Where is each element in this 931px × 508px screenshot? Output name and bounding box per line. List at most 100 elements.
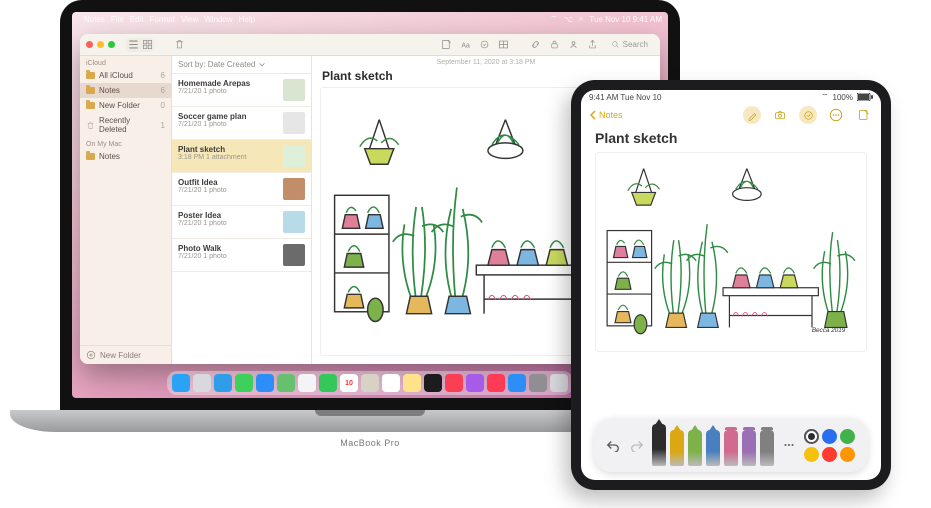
note-list-item[interactable]: Outfit Idea7/21/20 1 photo [172, 173, 311, 206]
window-close-button[interactable] [86, 41, 93, 48]
delete-note-button[interactable] [172, 38, 186, 52]
dock-maps[interactable] [277, 374, 295, 392]
sidebar-item[interactable]: Recently Deleted1 [80, 113, 171, 137]
color-swatch[interactable] [822, 447, 837, 462]
dock-messages[interactable] [235, 374, 253, 392]
dock-safari[interactable] [214, 374, 232, 392]
note-list-item[interactable]: Soccer game plan7/21/20 1 photo [172, 107, 311, 140]
dock-finder[interactable] [172, 374, 190, 392]
dock-appstore[interactable] [508, 374, 526, 392]
ipad-checklist-button[interactable] [799, 106, 817, 124]
ipad-back-label: Notes [599, 110, 623, 120]
markup-more-button[interactable] [780, 436, 798, 454]
color-swatch[interactable] [840, 429, 855, 444]
dock-launchpad[interactable] [193, 374, 211, 392]
sidebar-item-label: Recently Deleted [99, 116, 157, 134]
markup-tool-eraser[interactable] [724, 430, 738, 466]
color-swatch[interactable] [804, 429, 819, 444]
sidebar-item-label: New Folder [99, 101, 140, 110]
checklist-button[interactable] [478, 38, 492, 52]
menubar-item-edit[interactable]: Edit [130, 15, 144, 24]
ipad-notes-toolbar: Notes [581, 104, 881, 126]
menubar-item-file[interactable]: File [111, 15, 124, 24]
markup-tool-pencil[interactable] [706, 430, 720, 466]
dock-facetime[interactable] [319, 374, 337, 392]
search-field[interactable]: Search [605, 40, 654, 49]
sidebar-item[interactable]: New Folder0 [80, 98, 171, 113]
menubar-item-view[interactable]: View [181, 15, 198, 24]
ipad-sketch-canvas[interactable] [595, 152, 867, 352]
collaborate-button[interactable] [567, 38, 581, 52]
markup-tool-lasso[interactable] [742, 430, 756, 466]
window-minimize-button[interactable] [97, 41, 104, 48]
search-placeholder: Search [623, 40, 648, 49]
note-item-sub: 7/21/20 1 photo [178, 88, 278, 95]
sidebar-item-label: All iCloud [99, 71, 133, 80]
window-zoom-button[interactable] [108, 41, 115, 48]
dock-photos[interactable] [298, 374, 316, 392]
new-folder-button[interactable]: New Folder [80, 345, 171, 364]
sidebar-item[interactable]: All iCloud6 [80, 68, 171, 83]
markup-redo-button[interactable] [628, 436, 646, 454]
sort-button[interactable]: Sort by: Date Created [172, 56, 311, 74]
dock-trash[interactable] [550, 374, 568, 392]
battery-icon [857, 93, 873, 101]
control-center-icon[interactable]: ⌥ [564, 15, 573, 24]
notes-titlebar: Aa Search [80, 34, 660, 56]
markup-undo-button[interactable] [604, 436, 622, 454]
sidebar-section-onmymac: On My Mac [80, 137, 171, 149]
markup-tool-marker[interactable] [670, 430, 684, 466]
dock-reminders[interactable] [382, 374, 400, 392]
folder-icon [86, 153, 95, 160]
note-list-item[interactable]: Plant sketch3:18 PM 1 attachment [172, 140, 311, 173]
ipad-camera-button[interactable] [771, 106, 789, 124]
sidebar-item[interactable]: Notes [80, 149, 171, 164]
dock-music[interactable] [445, 374, 463, 392]
new-note-button[interactable] [440, 38, 454, 52]
spotlight-icon[interactable]: ⌕ [579, 14, 583, 24]
link-button[interactable] [529, 38, 543, 52]
table-button[interactable] [497, 38, 511, 52]
dock-podcasts[interactable] [466, 374, 484, 392]
dock-tv[interactable] [424, 374, 442, 392]
markup-tool-pen[interactable] [652, 424, 666, 466]
plus-circle-icon [86, 350, 96, 360]
view-list-button[interactable] [126, 38, 140, 52]
menubar-item-window[interactable]: Window [204, 15, 232, 24]
note-list-item[interactable]: Photo Walk7/21/20 1 photo [172, 239, 311, 272]
dock-preferences[interactable] [529, 374, 547, 392]
dock-contacts[interactable] [361, 374, 379, 392]
ipad-back-button[interactable]: Notes [589, 110, 623, 120]
menubar-clock[interactable]: Tue Nov 10 9:41 AM [589, 15, 662, 24]
dock-news[interactable] [487, 374, 505, 392]
note-item-sub: 7/21/20 1 photo [178, 187, 278, 194]
wifi-icon[interactable]: ⌔ [550, 14, 558, 24]
dock-notes[interactable] [403, 374, 421, 392]
menubar-item-format[interactable]: Format [150, 15, 175, 24]
ipad-markup-palette [594, 418, 868, 472]
menubar-app-name[interactable]: Notes [84, 15, 105, 24]
markup-tool-ruler[interactable] [760, 430, 774, 466]
markup-tool-highlighter[interactable] [688, 430, 702, 466]
lock-button[interactable] [548, 38, 562, 52]
share-button[interactable] [586, 38, 600, 52]
ipad-more-button[interactable] [827, 106, 845, 124]
color-swatch[interactable] [822, 429, 837, 444]
format-button[interactable]: Aa [459, 38, 473, 52]
ipad-note-title[interactable]: Plant sketch [595, 130, 867, 146]
search-icon [611, 40, 620, 49]
ipad-compose-button[interactable] [855, 106, 873, 124]
menubar-item-help[interactable]: Help [239, 15, 255, 24]
sidebar-item[interactable]: Notes6 [80, 83, 171, 98]
dock-mail[interactable] [256, 374, 274, 392]
note-timestamp: September 11, 2020 at 3:18 PM [312, 56, 660, 69]
note-item-sub: 7/21/20 1 photo [178, 220, 278, 227]
note-list-item[interactable]: Poster Idea7/21/20 1 photo [172, 206, 311, 239]
ipad-markup-button[interactable] [743, 106, 761, 124]
note-list-item[interactable]: Homemade Arepas7/21/20 1 photo [172, 74, 311, 107]
view-grid-button[interactable] [140, 38, 154, 52]
color-swatch[interactable] [840, 447, 855, 462]
note-item-thumb [283, 211, 305, 233]
dock-calendar[interactable]: 10 [340, 374, 358, 392]
color-swatch[interactable] [804, 447, 819, 462]
